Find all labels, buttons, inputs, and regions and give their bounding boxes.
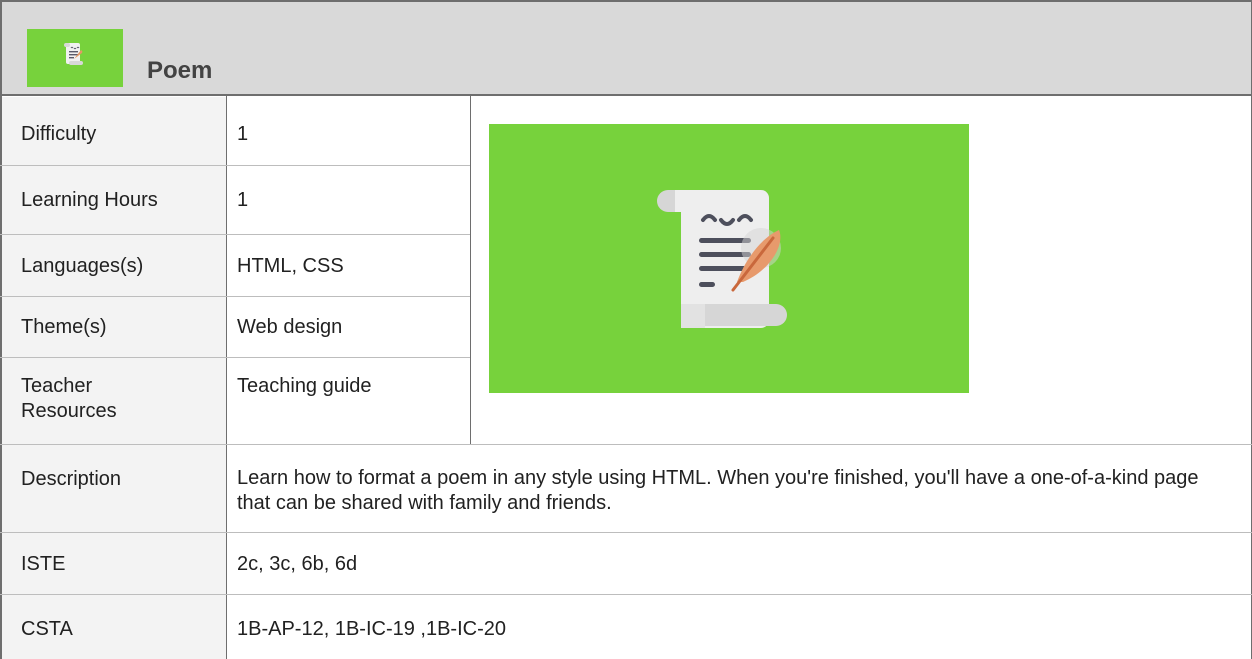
teacher-resources-value: Teaching guide [237,375,372,397]
learning-hours-label: Learning Hours [2,166,226,234]
description-label: Description [2,445,226,532]
learning-hours-value: 1 [237,189,249,211]
csta-label: CSTA [2,595,226,659]
poem-scroll-with-quill-icon [657,190,787,328]
header-badge [27,29,123,87]
card-header: Poem [0,0,1252,96]
languages-label: Languages(s) [2,235,226,296]
grid-line [470,96,471,445]
difficulty-label: Difficulty [2,97,226,165]
poem-scroll-icon [64,43,83,65]
difficulty-value: 1 [237,123,249,145]
teacher-resources-label: Teacher Resources [2,358,226,444]
themes-label: Theme(s) [2,297,226,357]
activity-card: Poem Difficulty 1 Learning Hours 1 Langu… [0,0,1252,659]
description-value: Learn how to format a poem in any style … [237,467,1199,514]
page-title: Poem [147,57,213,84]
iste-value: 2c, 3c, 6b, 6d [237,553,358,575]
themes-value: Web design [237,316,343,338]
iste-label: ISTE [2,533,226,594]
csta-value: 1B-AP-12, 1B-IC-19 ,1B-IC-20 [237,618,506,640]
languages-value: HTML, CSS [237,255,344,277]
activity-illustration [489,124,969,393]
